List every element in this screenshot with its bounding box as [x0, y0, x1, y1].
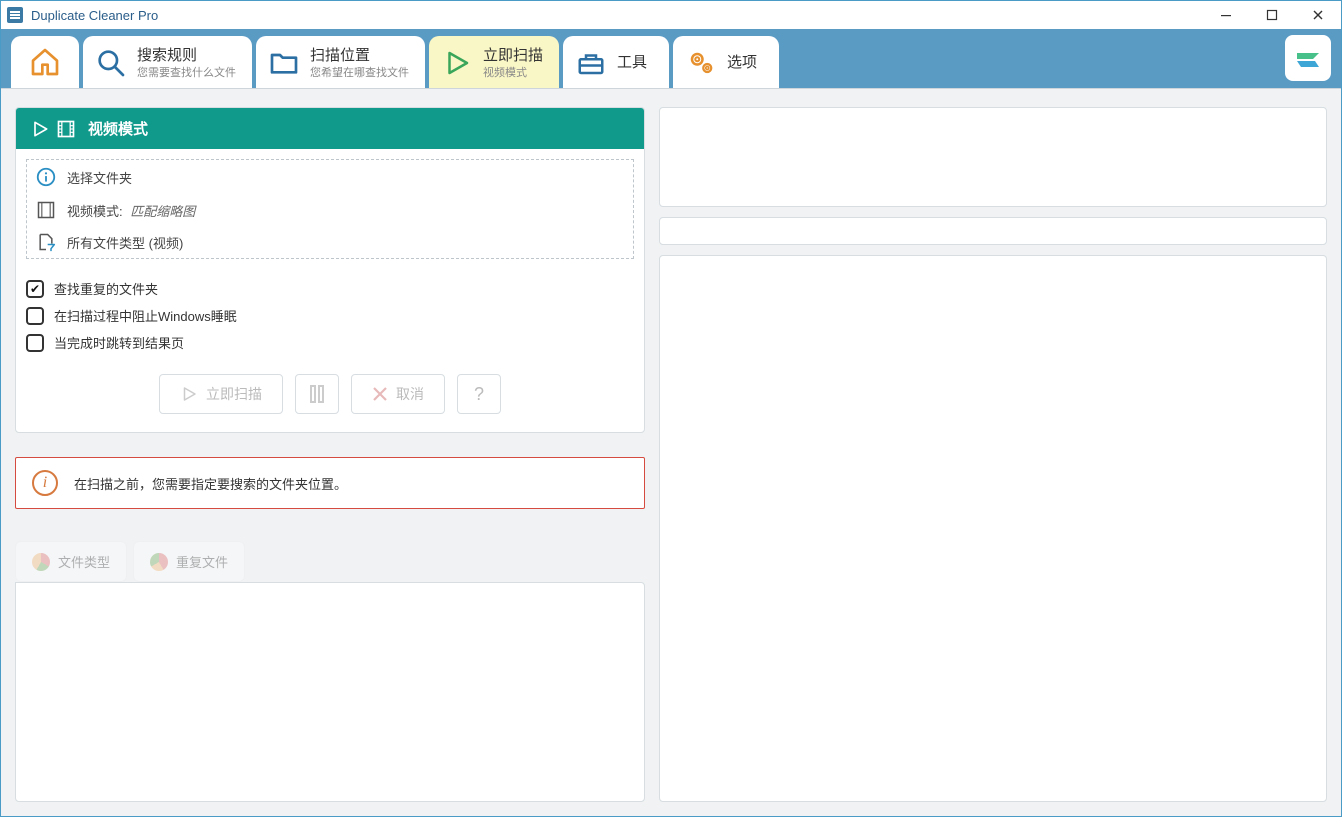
folder-icon [268, 46, 300, 80]
cancel-button[interactable]: 取消 [351, 374, 445, 414]
scan-now-button[interactable]: 立即扫描 [159, 374, 283, 414]
tab-search-rules[interactable]: 搜索规则 您需要查找什么文件 [83, 36, 252, 88]
row-file-types[interactable]: 所有文件类型 (视频) [27, 226, 633, 258]
tab-location-title: 扫描位置 [310, 46, 409, 66]
info-icon [35, 166, 57, 188]
row-video-mode[interactable]: 视频模式: 匹配缩略图 [27, 194, 633, 226]
pie-icon [32, 553, 50, 571]
video-mode-title: 视频模式 [88, 118, 148, 139]
pie-icon [150, 553, 168, 571]
right-panel-2 [659, 217, 1327, 245]
tab-scan-location[interactable]: 扫描位置 您希望在哪查找文件 [256, 36, 425, 88]
checkbox-dup-folders[interactable] [26, 280, 44, 298]
brand-logo[interactable] [1285, 35, 1331, 81]
checkbox-prevent-sleep[interactable] [26, 307, 44, 325]
cancel-label: 取消 [396, 384, 424, 404]
close-icon [372, 386, 388, 402]
pause-button[interactable] [295, 374, 339, 414]
window-minimize-button[interactable] [1203, 1, 1249, 29]
video-mode-value: 匹配缩略图 [130, 204, 195, 219]
subtab-dup-files[interactable]: 重复文件 [133, 541, 245, 582]
window-close-button[interactable] [1295, 1, 1341, 29]
opt-prevent-sleep-label: 在扫描过程中阻止Windows睡眠 [54, 306, 237, 325]
header-icons [30, 119, 76, 139]
main-toolbar: 搜索规则 您需要查找什么文件 扫描位置 您希望在哪查找文件 立即扫描 视频模式 [1, 29, 1341, 89]
video-mode-label: 视频模式: [67, 204, 123, 219]
video-mode-panel: 视频模式 选择文件夹 [15, 107, 645, 433]
subtab-file-types[interactable]: 文件类型 [15, 541, 127, 582]
window-maximize-button[interactable] [1249, 1, 1295, 29]
select-folder-label: 选择文件夹 [67, 168, 132, 187]
checkbox-goto-results[interactable] [26, 334, 44, 352]
help-label: ? [474, 384, 484, 405]
toolbox-icon [575, 48, 607, 78]
gear-icon [685, 48, 717, 78]
tab-home[interactable] [11, 36, 79, 88]
filmstrip-small-icon [35, 200, 57, 220]
action-buttons: 立即扫描 取消 [16, 370, 644, 432]
help-button[interactable]: ? [457, 374, 501, 414]
tab-location-sub: 您希望在哪查找文件 [310, 66, 409, 80]
pause-icon [310, 385, 324, 403]
file-types-label: 所有文件类型 (视频) [67, 233, 183, 252]
alert-info-icon: i [32, 470, 58, 496]
sub-tabs: 文件类型 重复文件 [15, 541, 645, 582]
summary-box: 选择文件夹 视频模式: 匹配缩略图 [26, 159, 634, 259]
content-area: 视频模式 选择文件夹 [1, 89, 1341, 816]
row-select-folder[interactable]: 选择文件夹 [27, 160, 633, 194]
tab-search-sub: 您需要查找什么文件 [137, 66, 236, 80]
left-column: 视频模式 选择文件夹 [15, 107, 645, 802]
app-title: Duplicate Cleaner Pro [31, 8, 158, 23]
subtab-file-types-label: 文件类型 [58, 552, 110, 571]
search-icon [95, 46, 127, 80]
right-panel-3 [659, 255, 1327, 802]
filmstrip-icon [56, 119, 76, 139]
play-icon [180, 385, 198, 403]
file-filter-icon [35, 232, 57, 252]
opt-goto-results[interactable]: 当完成时跳转到结果页 [26, 329, 644, 356]
tab-scan-sub: 视频模式 [483, 66, 543, 80]
scan-now-label: 立即扫描 [206, 384, 262, 404]
right-panel-1 [659, 107, 1327, 207]
tab-scan-now[interactable]: 立即扫描 视频模式 [429, 36, 559, 88]
home-icon [29, 45, 61, 79]
opt-dup-folders-label: 查找重复的文件夹 [54, 279, 158, 298]
play-icon [441, 48, 473, 78]
alert-message: 在扫描之前，您需要指定要搜索的文件夹位置。 [74, 474, 347, 493]
tab-search-title: 搜索规则 [137, 46, 236, 66]
right-column [659, 107, 1327, 802]
results-placeholder [15, 582, 645, 802]
opt-goto-results-label: 当完成时跳转到结果页 [54, 333, 184, 352]
tab-tools-title: 工具 [617, 53, 647, 73]
title-bar: Duplicate Cleaner Pro [1, 1, 1341, 29]
opt-dup-folders[interactable]: 查找重复的文件夹 [26, 275, 644, 302]
app-icon [7, 7, 23, 23]
tab-tools[interactable]: 工具 [563, 36, 669, 88]
tab-options[interactable]: 选项 [673, 36, 779, 88]
alert-box: i 在扫描之前，您需要指定要搜索的文件夹位置。 [15, 457, 645, 509]
app-window: Duplicate Cleaner Pro 搜索规则 您需要查找什么文件 [0, 0, 1342, 817]
subtab-dup-files-label: 重复文件 [176, 552, 228, 571]
video-mode-header: 视频模式 [16, 108, 644, 149]
tab-scan-title: 立即扫描 [483, 46, 543, 66]
opt-prevent-sleep[interactable]: 在扫描过程中阻止Windows睡眠 [26, 302, 644, 329]
options-list: 查找重复的文件夹 在扫描过程中阻止Windows睡眠 当完成时跳转到结果页 [16, 269, 644, 370]
play-outline-icon [30, 119, 50, 139]
tab-options-title: 选项 [727, 53, 757, 73]
